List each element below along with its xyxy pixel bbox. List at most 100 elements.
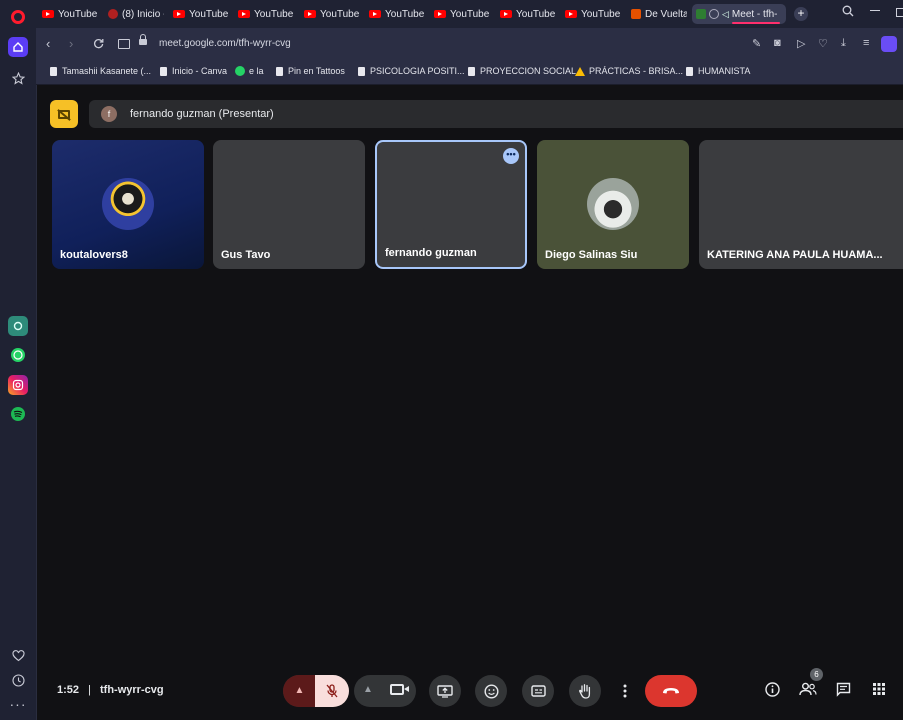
lock-icon bbox=[139, 34, 147, 45]
back-icon[interactable]: ‹ bbox=[46, 36, 50, 51]
meeting-info: 1:52 | tfh-wyrr-cvg bbox=[57, 684, 164, 696]
recording-indicator-icon bbox=[709, 9, 719, 19]
meeting-code: tfh-wyrr-cvg bbox=[100, 684, 164, 696]
tab-title: YouTube bbox=[189, 8, 229, 20]
people-icon[interactable] bbox=[799, 682, 817, 700]
participant-tile-active[interactable]: ••• fernando guzman bbox=[375, 140, 527, 269]
instagram-tab-icon bbox=[108, 9, 118, 19]
bookmark-item[interactable]: Inicio - Canva bbox=[160, 66, 227, 76]
instagram-icon[interactable] bbox=[8, 375, 28, 395]
tab[interactable]: YouTube bbox=[565, 4, 623, 24]
present-screen-button[interactable] bbox=[429, 675, 461, 707]
activities-icon[interactable] bbox=[872, 682, 886, 700]
maximize-icon[interactable] bbox=[896, 8, 903, 17]
tab[interactable]: YouTube bbox=[304, 4, 362, 24]
participant-tile[interactable]: koutalovers8 bbox=[52, 140, 204, 269]
captions-button[interactable] bbox=[522, 675, 554, 707]
more-options-icon[interactable]: ··· bbox=[8, 694, 28, 714]
home-icon[interactable] bbox=[8, 37, 28, 57]
camera-icon[interactable]: ◙ bbox=[774, 37, 781, 49]
star-icon[interactable] bbox=[8, 68, 28, 88]
edit-icon[interactable]: ✎ bbox=[752, 37, 761, 50]
menu-icon[interactable]: ≡ bbox=[863, 37, 869, 49]
tab-title: YouTube bbox=[320, 8, 360, 20]
google-drive-icon bbox=[575, 66, 585, 76]
tab-title: De Vuelta bbox=[645, 8, 687, 20]
more-options-button[interactable] bbox=[616, 675, 634, 707]
new-tab-button[interactable]: + bbox=[794, 7, 808, 21]
stop-presenting-button[interactable] bbox=[50, 100, 78, 128]
bookmark-item[interactable]: HUMANISTA bbox=[686, 66, 750, 76]
camera-button[interactable] bbox=[390, 684, 409, 695]
url-field[interactable]: meet.google.com/tfh-wyrr-cvg bbox=[159, 38, 291, 49]
meet-icon bbox=[696, 9, 706, 19]
tab-active-meet[interactable]: ◁ Meet - tfh- bbox=[692, 4, 786, 24]
tab-title: (8) Inicio - bbox=[122, 8, 164, 20]
raise-hand-button[interactable] bbox=[569, 675, 601, 707]
tab[interactable]: YouTube bbox=[173, 4, 231, 24]
history-icon[interactable] bbox=[8, 670, 28, 690]
tab-title: YouTube bbox=[58, 8, 98, 20]
page-icon bbox=[358, 66, 365, 76]
bookmark-item[interactable]: Tamashii Kasanete (... bbox=[50, 66, 151, 76]
tab-title: YouTube bbox=[450, 8, 490, 20]
tab-title: Meet - tfh- bbox=[731, 8, 778, 20]
bookmark-item[interactable]: PROYECCION SOCIAL bbox=[468, 66, 576, 76]
participant-tile[interactable]: Gus Tavo bbox=[213, 140, 365, 269]
bookmark-label: PROYECCION SOCIAL bbox=[480, 66, 577, 76]
mic-off-button[interactable] bbox=[315, 675, 349, 707]
tab[interactable]: De Vuelta bbox=[631, 4, 687, 24]
whatsapp-icon bbox=[235, 66, 245, 76]
reactions-button[interactable] bbox=[475, 675, 507, 707]
bookmark-label: Pin en Tattoos bbox=[288, 66, 345, 76]
video-options-button[interactable]: ▲ bbox=[363, 684, 373, 695]
youtube-icon bbox=[434, 10, 446, 18]
chat-icon[interactable] bbox=[836, 682, 851, 701]
tab[interactable]: YouTube bbox=[434, 4, 492, 24]
reload-icon[interactable] bbox=[93, 37, 104, 52]
page-icon bbox=[468, 66, 475, 76]
bookmark-label: PRÁCTICAS - BRISA... bbox=[589, 66, 684, 76]
youtube-icon bbox=[369, 10, 381, 18]
bookmark-item[interactable]: PSICOLOGIA POSITI... bbox=[358, 66, 465, 76]
opera-logo-icon[interactable] bbox=[11, 10, 25, 24]
heart-icon[interactable] bbox=[8, 646, 28, 666]
tab-title: YouTube bbox=[385, 8, 425, 20]
meeting-time: 1:52 bbox=[57, 684, 80, 696]
bookmark-item[interactable]: Pin en Tattoos bbox=[276, 66, 345, 76]
bookmark-item[interactable]: PRÁCTICAS - BRISA... bbox=[575, 66, 683, 76]
youtube-icon bbox=[565, 10, 577, 18]
address-bar: ‹ › meet.google.com/tfh-wyrr-cvg ✎ ◙ ▷ ♡… bbox=[36, 28, 903, 60]
participant-tile[interactable]: KATERING ANA PAULA HUAMA... bbox=[699, 140, 903, 269]
speaker-icon[interactable]: ◁ bbox=[722, 9, 729, 20]
leave-call-button[interactable] bbox=[645, 675, 697, 707]
spotify-icon[interactable] bbox=[8, 404, 28, 424]
audio-options-button[interactable]: ▲ bbox=[283, 675, 316, 707]
aria-icon[interactable] bbox=[8, 316, 28, 336]
tab[interactable]: YouTube bbox=[500, 4, 558, 24]
youtube-icon bbox=[304, 10, 316, 18]
download-icon[interactable]: ⤓ bbox=[841, 37, 846, 50]
participant-tile[interactable]: Diego Salinas Siu bbox=[537, 140, 689, 269]
opera-sidebar: ··· bbox=[0, 0, 37, 720]
heart-bookmark-icon[interactable]: ♡ bbox=[818, 37, 828, 50]
page-icon bbox=[160, 66, 167, 76]
more-options-icon[interactable]: ••• bbox=[503, 148, 519, 164]
tab[interactable]: YouTube bbox=[369, 4, 427, 24]
tab[interactable]: (8) Inicio - bbox=[108, 4, 164, 24]
meeting-details-icon[interactable] bbox=[765, 682, 780, 701]
send-icon[interactable]: ▷ bbox=[797, 37, 805, 50]
tab[interactable]: YouTube bbox=[238, 4, 296, 24]
presenter-label: fernando guzman (Presentar) bbox=[130, 108, 274, 120]
bookmark-item[interactable]: e la bbox=[235, 66, 264, 76]
minimize-icon[interactable] bbox=[870, 10, 880, 11]
whatsapp-icon[interactable] bbox=[8, 345, 28, 365]
tab[interactable]: YouTube bbox=[42, 4, 100, 24]
forward-icon[interactable]: › bbox=[69, 36, 73, 51]
separator: | bbox=[88, 684, 91, 696]
search-tabs-icon[interactable] bbox=[842, 5, 854, 20]
bookmark-label: PSICOLOGIA POSITI... bbox=[370, 66, 465, 76]
page-icon bbox=[50, 66, 57, 76]
profile-icon[interactable] bbox=[881, 36, 897, 52]
snapshot-icon[interactable] bbox=[118, 39, 130, 49]
